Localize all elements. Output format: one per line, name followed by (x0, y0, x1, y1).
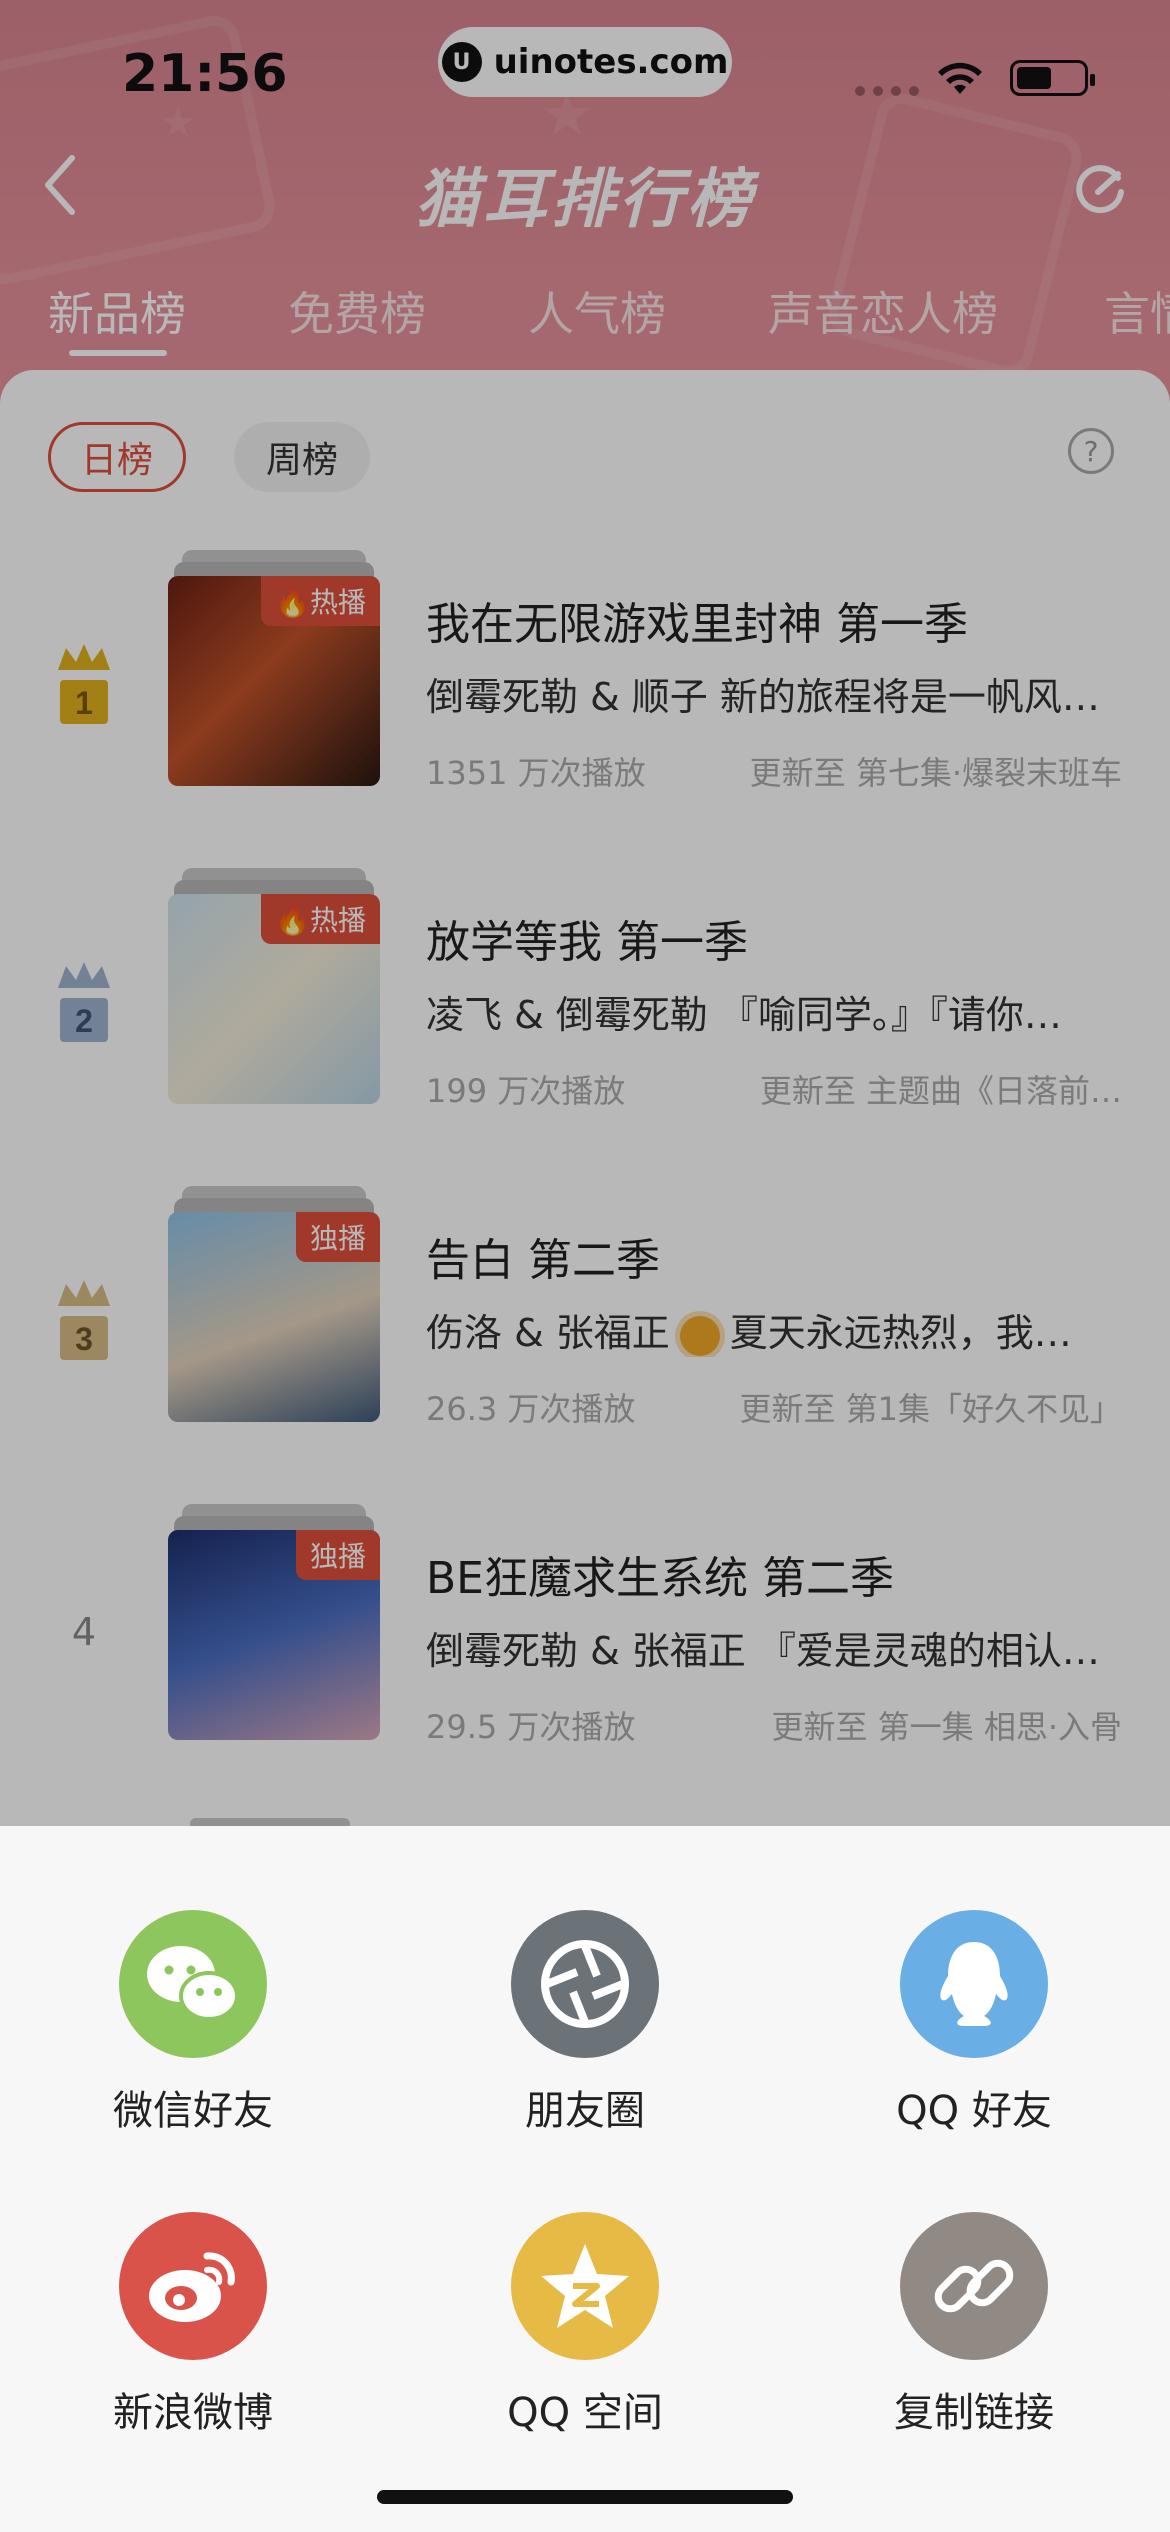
home-indicator (377, 2490, 793, 2504)
share-wechat-button[interactable]: 微信好友 (63, 1910, 323, 2136)
share-label: QQ 好友 (896, 2088, 1052, 2134)
share-sheet: 微信好友 朋友圈 QQ 好友 新浪微博 QQ 空间 复制链接 (0, 1826, 1170, 2532)
wechat-icon (119, 1910, 267, 2058)
share-label: QQ 空间 (507, 2390, 663, 2436)
share-qq-button[interactable]: QQ 好友 (844, 1910, 1104, 2136)
link-icon (900, 2212, 1048, 2360)
share-weibo-button[interactable]: 新浪微博 (63, 2212, 323, 2438)
share-label: 微信好友 (113, 2088, 273, 2134)
share-qzone-button[interactable]: QQ 空间 (455, 2212, 715, 2438)
qq-icon (900, 1910, 1048, 2058)
modal-overlay[interactable] (0, 0, 1170, 1830)
share-label: 新浪微博 (113, 2390, 273, 2436)
qzone-icon (511, 2212, 659, 2360)
share-moments-button[interactable]: 朋友圈 (455, 1910, 715, 2136)
moments-icon (511, 1910, 659, 2058)
copy-link-button[interactable]: 复制链接 (844, 2212, 1104, 2438)
weibo-icon (119, 2212, 267, 2360)
share-label: 复制链接 (894, 2390, 1054, 2436)
share-label: 朋友圈 (525, 2088, 645, 2134)
